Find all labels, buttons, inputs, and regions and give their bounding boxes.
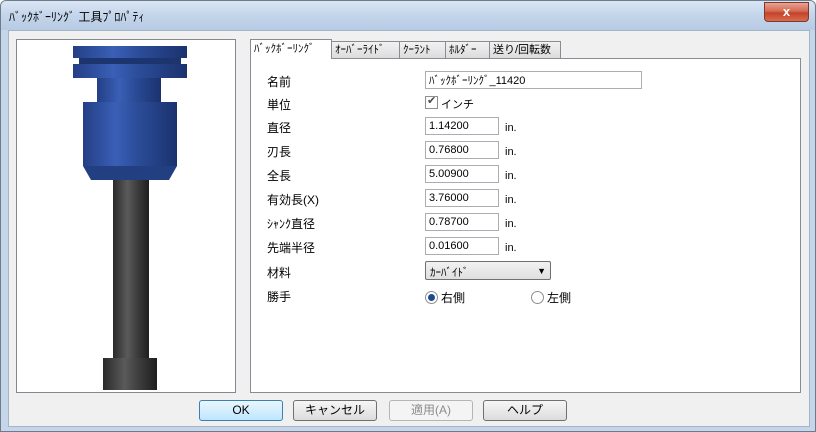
flute-length-label: 刃長: [267, 145, 292, 159]
tool-flange-bottom: [73, 64, 187, 78]
apply-button[interactable]: 適用(A): [389, 400, 473, 421]
help-button[interactable]: ヘルプ: [483, 400, 567, 421]
tab-holder[interactable]: ﾎﾙﾀﾞｰ: [445, 41, 490, 58]
tab-back-boring[interactable]: ﾊﾞｯｸﾎﾞｰﾘﾝｸﾞ: [250, 39, 332, 59]
overall-length-unit: in.: [505, 170, 517, 182]
cancel-button[interactable]: キャンセル: [293, 400, 377, 421]
inch-checkbox[interactable]: ✔: [425, 95, 438, 109]
tab-override[interactable]: ｵｰﾊﾞｰﾗｲﾄﾞ: [331, 41, 400, 58]
material-select-value: ｶｰﾊﾞｲﾄﾞ: [430, 267, 469, 279]
dialog-window: ﾊﾞｯｸﾎﾞｰﾘﾝｸﾞ 工具ﾌﾟﾛﾊﾟﾃｨ x ﾊﾞｯｸﾎﾞｰﾘﾝｸﾞ ｵｰﾊﾞ…: [0, 0, 816, 432]
diameter-unit: in.: [505, 122, 517, 134]
tool-flange-groove: [79, 58, 181, 64]
title-bar[interactable]: ﾊﾞｯｸﾎﾞｰﾘﾝｸﾞ 工具ﾌﾟﾛﾊﾟﾃｨ x: [1, 1, 815, 30]
left-hand-label: 左側: [547, 291, 572, 305]
left-hand-radio[interactable]: [531, 291, 544, 304]
corner-radius-input[interactable]: [425, 237, 499, 255]
diameter-label: 直径: [267, 121, 292, 135]
material-label: 材料: [267, 266, 292, 280]
properties-panel: 名前 単位 ✔ インチ 直径 in. 刃長 in. 全長 in. 有効長(X) …: [250, 58, 801, 393]
tool-flange-top: [73, 46, 187, 58]
close-button[interactable]: x: [764, 2, 809, 22]
tool-preview: [16, 39, 236, 393]
dialog-client-area: ﾊﾞｯｸﾎﾞｰﾘﾝｸﾞ ｵｰﾊﾞｰﾗｲﾄﾞ ｸｰﾗﾝﾄ ﾎﾙﾀﾞｰ 送り/回転数…: [8, 30, 810, 427]
corner-radius-unit: in.: [505, 242, 517, 254]
corner-radius-label: 先端半径: [267, 241, 316, 255]
overall-length-label: 全長: [267, 169, 292, 183]
flute-length-input[interactable]: [425, 141, 499, 159]
material-select[interactable]: ｶｰﾊﾞｲﾄﾞ ▼: [425, 261, 551, 280]
overall-length-input[interactable]: [425, 165, 499, 183]
ok-button[interactable]: OK: [199, 400, 283, 421]
flute-length-unit: in.: [505, 146, 517, 158]
check-icon: ✔: [427, 95, 437, 107]
tool-tip: [103, 358, 157, 390]
shank-diameter-label: ｼｬﾝｸ直径: [267, 217, 316, 231]
tool-body-taper: [83, 166, 177, 180]
shank-diameter-unit: in.: [505, 218, 517, 230]
diameter-input[interactable]: [425, 117, 499, 135]
dropdown-arrow-icon: ▼: [537, 266, 546, 276]
inch-checkbox-label: インチ: [441, 99, 474, 111]
unit-label: 単位: [267, 98, 292, 112]
boring-bar-graphic: [73, 46, 187, 390]
radio-selected-dot: [428, 294, 435, 301]
tool-shank: [113, 180, 149, 358]
effective-length-unit: in.: [505, 194, 517, 206]
window-title: ﾊﾞｯｸﾎﾞｰﾘﾝｸﾞ 工具ﾌﾟﾛﾊﾟﾃｨ: [9, 10, 145, 24]
effective-length-input[interactable]: [425, 189, 499, 207]
right-hand-label: 右側: [441, 291, 466, 305]
close-icon: x: [782, 4, 791, 19]
hand-label: 勝手: [267, 290, 292, 304]
tool-neck: [97, 78, 161, 102]
name-label: 名前: [267, 75, 292, 89]
tab-feeds-speeds[interactable]: 送り/回転数: [489, 41, 561, 58]
shank-diameter-input[interactable]: [425, 213, 499, 231]
tab-coolant[interactable]: ｸｰﾗﾝﾄ: [399, 41, 446, 58]
name-input[interactable]: [425, 71, 642, 89]
tool-body: [83, 102, 177, 166]
effective-length-label: 有効長(X): [267, 193, 319, 207]
right-hand-radio[interactable]: [425, 291, 438, 304]
